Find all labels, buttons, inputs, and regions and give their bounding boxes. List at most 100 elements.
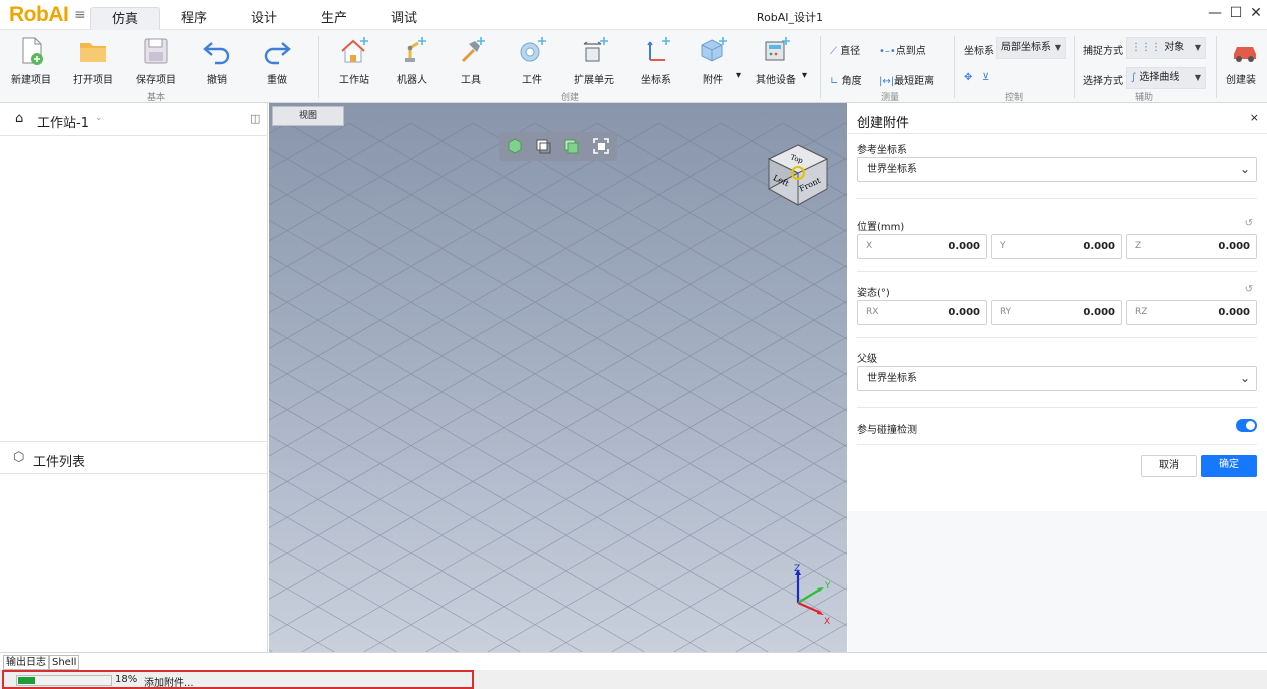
coord-system-label: 坐标系 xyxy=(964,46,994,57)
close-button[interactable]: ✕ xyxy=(1247,5,1265,21)
cube-icon: ⬡ xyxy=(13,450,25,465)
tool-button[interactable]: 工具 xyxy=(449,34,493,90)
shaded-view-icon[interactable] xyxy=(505,136,525,156)
chevron-down-icon: ▼ xyxy=(1054,43,1061,52)
tab-program[interactable]: 程序 xyxy=(166,7,222,30)
position-y-field[interactable]: Y 0.000 xyxy=(991,234,1122,259)
group-separator xyxy=(1216,36,1217,98)
select-mode-label: 选择方式 xyxy=(1083,76,1123,87)
ribbon-toolbar: 新建项目 打开项目 保存项目 撤销 重做 基本 工作站 机器人 工具 工件 扩展… xyxy=(0,30,1267,103)
pose-ry-field[interactable]: RY 0.000 xyxy=(991,300,1122,325)
workstation-title[interactable]: 工作站-1 xyxy=(37,112,89,131)
minimize-button[interactable]: — xyxy=(1206,5,1224,21)
robot-button[interactable]: 机器人 xyxy=(390,34,434,90)
cube-icon xyxy=(701,37,727,62)
pose-rz-field[interactable]: RZ 0.000 xyxy=(1126,300,1257,325)
tab-simulation[interactable]: 仿真 xyxy=(90,7,160,30)
redo-icon xyxy=(264,42,291,65)
position-z-field[interactable]: Z 0.000 xyxy=(1126,234,1257,259)
angle-icon: ∟ xyxy=(830,76,839,87)
create-assembly-button[interactable]: 创建装 xyxy=(1226,34,1266,90)
panel-title: 创建附件 xyxy=(857,116,910,131)
collision-toggle[interactable] xyxy=(1236,419,1257,432)
title-bar: RobAI ≡ 仿真 程序 设计 生产 调试 RobAI_设计1 — ☐ ✕ xyxy=(0,0,1267,30)
undo-button[interactable]: 撤销 xyxy=(195,34,239,90)
parent-select[interactable]: 世界坐标系 ⌄ xyxy=(857,366,1257,391)
coord-system-select[interactable]: 局部坐标系 ▼ xyxy=(996,37,1066,59)
other-devices-button[interactable]: 其他设备 xyxy=(752,34,800,90)
workstation-button[interactable]: 工作站 xyxy=(332,34,376,90)
pose-rx-field[interactable]: RX 0.000 xyxy=(857,300,987,325)
fit-view-icon[interactable] xyxy=(591,136,611,156)
tab-debug[interactable]: 调试 xyxy=(376,7,432,30)
collision-label: 参与碰撞检测 xyxy=(857,425,917,436)
divider xyxy=(848,133,1267,134)
close-icon[interactable]: × xyxy=(1250,111,1259,124)
curve-icon: ∫ xyxy=(1131,72,1137,83)
select-mode-select[interactable]: ∫ 选择曲线 ▼ xyxy=(1126,67,1206,89)
ref-coord-select[interactable]: 世界坐标系 ⌄ xyxy=(857,157,1257,182)
position-x-field[interactable]: X 0.000 xyxy=(857,234,987,259)
redo-button[interactable]: 重做 xyxy=(255,34,299,90)
view-tab[interactable]: 视图 xyxy=(272,106,344,126)
tab-shell[interactable]: Shell xyxy=(49,655,80,670)
grid-icon: ⋮⋮⋮ xyxy=(1131,42,1161,53)
reset-position-icon[interactable]: ↺ xyxy=(1245,218,1253,229)
coordinate-toggle-icon[interactable]: ⊻ xyxy=(982,72,989,83)
menu-icon[interactable]: ≡ xyxy=(74,7,86,23)
3d-viewport[interactable]: 视图 Top Left Front Z Y X xyxy=(269,103,847,652)
pose-label: 姿态(°) xyxy=(857,288,890,299)
progress-percent: 18% xyxy=(115,674,138,685)
tab-output-log[interactable]: 输出日志 xyxy=(3,655,49,670)
group-label-assist: 辅助 xyxy=(1134,93,1153,103)
attachment-button[interactable]: 附件 xyxy=(690,34,736,90)
shortest-distance-button[interactable]: |↔|最短距离 xyxy=(879,72,934,87)
attachment-dropdown-arrow[interactable]: ▾ xyxy=(736,70,741,81)
part-button[interactable]: 工件 xyxy=(510,34,554,90)
diameter-button[interactable]: ⟋ 直径 xyxy=(830,42,860,57)
divider xyxy=(857,444,1257,445)
maximize-button[interactable]: ☐ xyxy=(1227,5,1245,21)
reset-pose-icon[interactable]: ↺ xyxy=(1245,284,1253,295)
tab-production[interactable]: 生产 xyxy=(306,7,362,30)
progress-fill xyxy=(18,677,35,684)
open-project-button[interactable]: 打开项目 xyxy=(70,34,116,90)
part-list-title: 工件列表 xyxy=(33,455,86,470)
wireframe-view-icon[interactable] xyxy=(533,136,553,156)
cancel-button[interactable]: 取消 xyxy=(1141,455,1197,477)
window-title: RobAI_设计1 xyxy=(756,11,824,24)
group-separator xyxy=(820,36,821,98)
app-logo: RobAI xyxy=(9,3,69,26)
chevron-down-icon[interactable]: ⌄ xyxy=(95,113,103,123)
car-icon xyxy=(1234,47,1256,62)
extension-unit-button[interactable]: 扩展单元 xyxy=(568,34,620,90)
capture-mode-select[interactable]: ⋮⋮⋮ 对象 ▼ xyxy=(1126,37,1206,59)
view-cube[interactable]: Top Left Front xyxy=(763,141,833,211)
home-icon: ⌂ xyxy=(15,111,24,126)
house-icon xyxy=(341,37,368,63)
part-list-header: ⬡ 工件列表 xyxy=(0,441,268,474)
save-project-button[interactable]: 保存项目 xyxy=(133,34,179,90)
other-devices-dropdown-arrow[interactable]: ▾ xyxy=(802,70,807,81)
folder-icon xyxy=(80,43,106,62)
hidden-line-view-icon[interactable] xyxy=(561,136,581,156)
move-axis-icon[interactable]: ✥ xyxy=(964,72,972,83)
diameter-icon: ⟋ xyxy=(830,46,837,57)
device-icon xyxy=(765,37,790,61)
group-separator xyxy=(954,36,955,98)
panel-toggle-icon[interactable]: ◫ xyxy=(250,112,260,125)
progress-bar xyxy=(16,675,112,686)
tab-design[interactable]: 设计 xyxy=(236,7,292,30)
angle-button[interactable]: ∟ 角度 xyxy=(830,72,862,87)
group-label-control: 控制 xyxy=(1004,93,1023,103)
group-separator xyxy=(1074,36,1075,98)
floor-grid xyxy=(269,122,847,652)
new-project-button[interactable]: 新建项目 xyxy=(8,34,54,90)
panel-empty-area xyxy=(848,511,1267,652)
confirm-button[interactable]: 确定 xyxy=(1201,455,1257,477)
divider xyxy=(857,198,1257,199)
coordinate-system-button[interactable]: 坐标系 xyxy=(634,34,678,90)
axis-x-label: X xyxy=(824,617,830,627)
point-distance-icon: •–• xyxy=(879,46,896,57)
point-to-point-button[interactable]: •–•点到点 xyxy=(879,42,926,57)
